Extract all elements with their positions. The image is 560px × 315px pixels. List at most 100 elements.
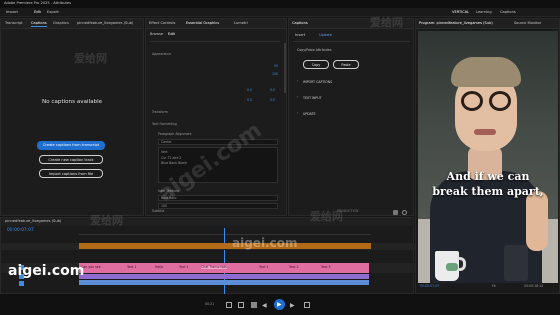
section-import-captions[interactable]: IMPORT CAPTIONS bbox=[303, 80, 332, 84]
section-appearance[interactable]: Appearance bbox=[152, 52, 171, 56]
mark-in-icon[interactable] bbox=[226, 302, 232, 308]
subtab-edit[interactable]: Edit bbox=[168, 32, 175, 37]
audio-clip-a2[interactable] bbox=[79, 280, 369, 285]
alignment-value: Center bbox=[161, 140, 172, 144]
time-ruler[interactable] bbox=[79, 227, 371, 235]
glasses-left bbox=[461, 91, 483, 111]
monitor-timecode[interactable]: 00:00:07:07 bbox=[420, 284, 439, 288]
clip-label: Text 1 bbox=[127, 265, 137, 269]
timeline-panel: pinnedfeature_livegames (Sub) 00:00:07:0… bbox=[0, 217, 415, 294]
section-update[interactable]: UPDATE bbox=[303, 112, 316, 116]
import-captions-button[interactable]: Import captions from file bbox=[39, 169, 103, 178]
copy-button[interactable]: Copy bbox=[303, 60, 329, 69]
mug-logo bbox=[446, 263, 458, 271]
workspace-tab-vertical[interactable]: VERTICAL bbox=[452, 10, 469, 15]
watermark-cn: 爱给网 bbox=[90, 214, 123, 227]
lock-icon[interactable] bbox=[393, 210, 398, 215]
gear-icon[interactable] bbox=[402, 210, 407, 215]
value-anchor-y[interactable]: 0.0 bbox=[270, 98, 275, 102]
value-scale[interactable]: 100 bbox=[272, 72, 278, 76]
menu-edit[interactable]: Edit bbox=[34, 10, 41, 15]
tab-effect-controls[interactable]: Effect Controls bbox=[149, 21, 175, 26]
transport-timecode: 00:21 bbox=[205, 302, 215, 306]
caption-clip-track[interactable] bbox=[79, 243, 371, 249]
tab-captions[interactable]: Captions bbox=[31, 21, 47, 27]
menu-export[interactable]: Export bbox=[47, 10, 59, 15]
play-icon: ▶ bbox=[277, 301, 282, 308]
workspace-tab-captions[interactable]: Captions bbox=[500, 10, 516, 15]
stop-icon[interactable] bbox=[251, 302, 257, 308]
create-caption-track-button[interactable]: Create new caption track bbox=[39, 155, 103, 164]
tab-insert[interactable]: Insert bbox=[295, 33, 305, 38]
person-hand bbox=[526, 191, 548, 251]
section-subtitle[interactable]: Subtitle bbox=[152, 209, 164, 213]
timeline-tab[interactable]: pinnedfeature_livegames (Sub) bbox=[5, 219, 61, 224]
section-text-input[interactable]: TEXT INPUT bbox=[303, 96, 322, 100]
export-frame-icon[interactable] bbox=[304, 302, 310, 308]
value-pos-y[interactable]: 0.0 bbox=[270, 88, 275, 92]
step-back-icon[interactable]: ◀ bbox=[262, 302, 267, 309]
font-size-field[interactable]: 100 bbox=[158, 203, 278, 209]
watermark-cn: 爱给网 bbox=[310, 210, 343, 223]
section-transform[interactable]: Transform bbox=[152, 110, 168, 114]
mark-out-icon[interactable] bbox=[238, 302, 244, 308]
video-clip[interactable]: Can you see Text 1 Hello Text 1 Chat Tra… bbox=[79, 263, 369, 273]
tab-essential-graphics[interactable]: Essential Graphics bbox=[186, 21, 219, 26]
value-opacity[interactable]: 50 bbox=[274, 64, 278, 68]
middle-panel-tabs: Effect Controls Essential Graphics Lumet… bbox=[146, 19, 286, 29]
caption-overlay: And if we can break them apart, bbox=[422, 169, 554, 199]
chevron-right-icon[interactable]: › bbox=[297, 111, 298, 116]
tab-transcript[interactable]: Transcript bbox=[5, 21, 23, 26]
zoom-level[interactable]: Fit bbox=[492, 284, 496, 288]
clip-label: Chat Transcripts bbox=[201, 265, 227, 270]
value-anchor-x[interactable]: 0.0 bbox=[247, 98, 252, 102]
scrollbar[interactable] bbox=[284, 43, 286, 93]
workspace-tab-learning[interactable]: Learning bbox=[476, 10, 492, 15]
clip-label: Text 2 bbox=[289, 265, 299, 269]
subtab-browse[interactable]: Browse bbox=[150, 32, 163, 37]
paste-button[interactable]: Paste bbox=[333, 60, 359, 69]
watermark-cn: 爱给网 bbox=[370, 16, 403, 29]
menu-import[interactable]: Import bbox=[6, 10, 18, 15]
tab-source-monitor[interactable]: Source Monitor bbox=[514, 21, 541, 26]
menu-bar: Import Edit Export VERTICAL Learning Cap… bbox=[0, 8, 560, 17]
timeline-timecode[interactable]: 00:00:07:07 bbox=[7, 228, 34, 233]
audio-clip-a1[interactable] bbox=[79, 274, 369, 279]
tab-graphics[interactable]: Graphics bbox=[53, 21, 69, 26]
captions-panel-tabs: Transcript Captions Graphics pinnedfeatu… bbox=[1, 19, 143, 29]
step-forward-icon[interactable]: ▶ bbox=[290, 302, 295, 309]
tab-captions-ext[interactable]: Captions bbox=[292, 21, 308, 26]
tab-program[interactable]: Program: pinnedfeature_livegames (Sub) bbox=[419, 21, 493, 26]
video-frame[interactable]: And if we can break them apart, bbox=[418, 31, 558, 283]
attributes-title: Copy/Paste Attributes bbox=[297, 48, 332, 52]
window-title-bar: Adobe Premiere Pro 2025 - Attributes bbox=[0, 0, 560, 8]
empty-state-title: No captions available bbox=[42, 99, 103, 105]
tab-lumetri[interactable]: Lumetri bbox=[234, 21, 248, 26]
monitor-tabs: Program: pinnedfeature_livegames (Sub) S… bbox=[416, 19, 559, 29]
chevron-right-icon[interactable]: › bbox=[297, 79, 298, 84]
watermark-logo: aigei.com bbox=[8, 263, 85, 279]
device bbox=[504, 245, 528, 281]
clip-label: Text 3 bbox=[321, 265, 331, 269]
app-title: Adobe Premiere Pro 2025 - Attributes bbox=[4, 1, 71, 5]
timeline-header: pinnedfeature_livegames (Sub) bbox=[1, 218, 415, 226]
tab-update[interactable]: Update bbox=[319, 33, 332, 38]
transport-bar: 00:21 ◀ ▶ ▶ bbox=[0, 294, 560, 315]
section-text-formatting[interactable]: Text Formatting bbox=[152, 122, 177, 126]
divider bbox=[150, 41, 280, 42]
clip-label: Hello bbox=[155, 265, 164, 269]
track-target-icon[interactable] bbox=[19, 281, 24, 286]
person-mouth bbox=[474, 129, 496, 135]
text-item[interactable]: Vert bbox=[161, 150, 167, 154]
text-item[interactable]: Cur T1 ab+2 bbox=[161, 156, 181, 160]
program-monitor: Program: pinnedfeature_livegames (Sub) S… bbox=[415, 18, 560, 294]
clip-label: Text 1 bbox=[259, 265, 269, 269]
caption-attributes-panel: Captions Insert Update Copy/Paste Attrib… bbox=[288, 18, 414, 216]
sequence-name: pinnedfeature_livegames (Sub) bbox=[77, 21, 134, 25]
watermark-cn: 爱给网 bbox=[74, 52, 107, 65]
caption-line: And if we can bbox=[446, 170, 530, 183]
chevron-right-icon[interactable]: › bbox=[297, 95, 298, 100]
create-from-transcript-button[interactable]: Create captions from transcript bbox=[37, 141, 105, 150]
value-pos-x[interactable]: 0.0 bbox=[247, 88, 252, 92]
person-hair bbox=[451, 57, 521, 87]
